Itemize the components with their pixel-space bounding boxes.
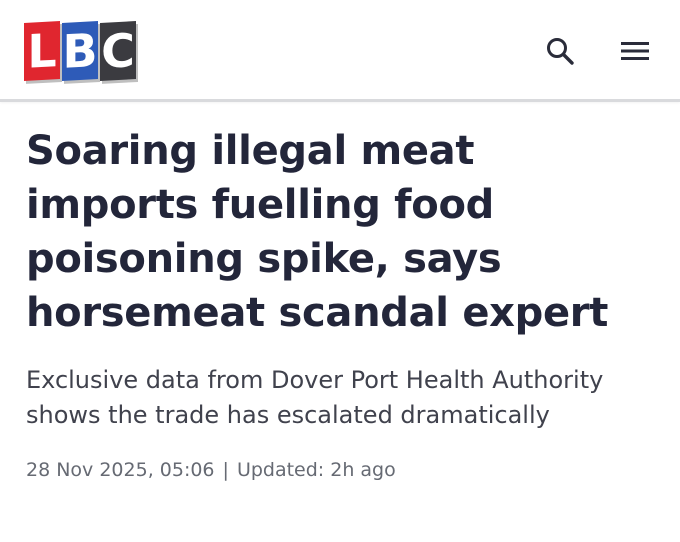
published-date: 28 Nov 2025, 05:06 (26, 459, 215, 481)
logo-letter-l: L (24, 21, 60, 81)
article-content: Soaring illegal meat imports fuelling fo… (0, 124, 680, 483)
logo-letter-c: C (100, 21, 136, 81)
article-meta: 28 Nov 2025, 05:06 | Updated: 2h ago (26, 457, 654, 483)
menu-button[interactable] (618, 34, 652, 68)
logo-letter-b: B (62, 21, 98, 81)
article-standfirst: Exclusive data from Dover Port Health Au… (26, 366, 604, 429)
hamburger-menu-icon (621, 42, 649, 60)
lbc-logo[interactable]: L B C (24, 21, 138, 81)
site-header: L B C (0, 0, 680, 102)
updated-time: Updated: 2h ago (236, 459, 396, 481)
search-button[interactable] (543, 34, 577, 68)
meta-separator: | (222, 459, 229, 481)
article-headline: Soaring illegal meat imports fuelling fo… (26, 128, 609, 336)
search-icon (547, 38, 574, 65)
